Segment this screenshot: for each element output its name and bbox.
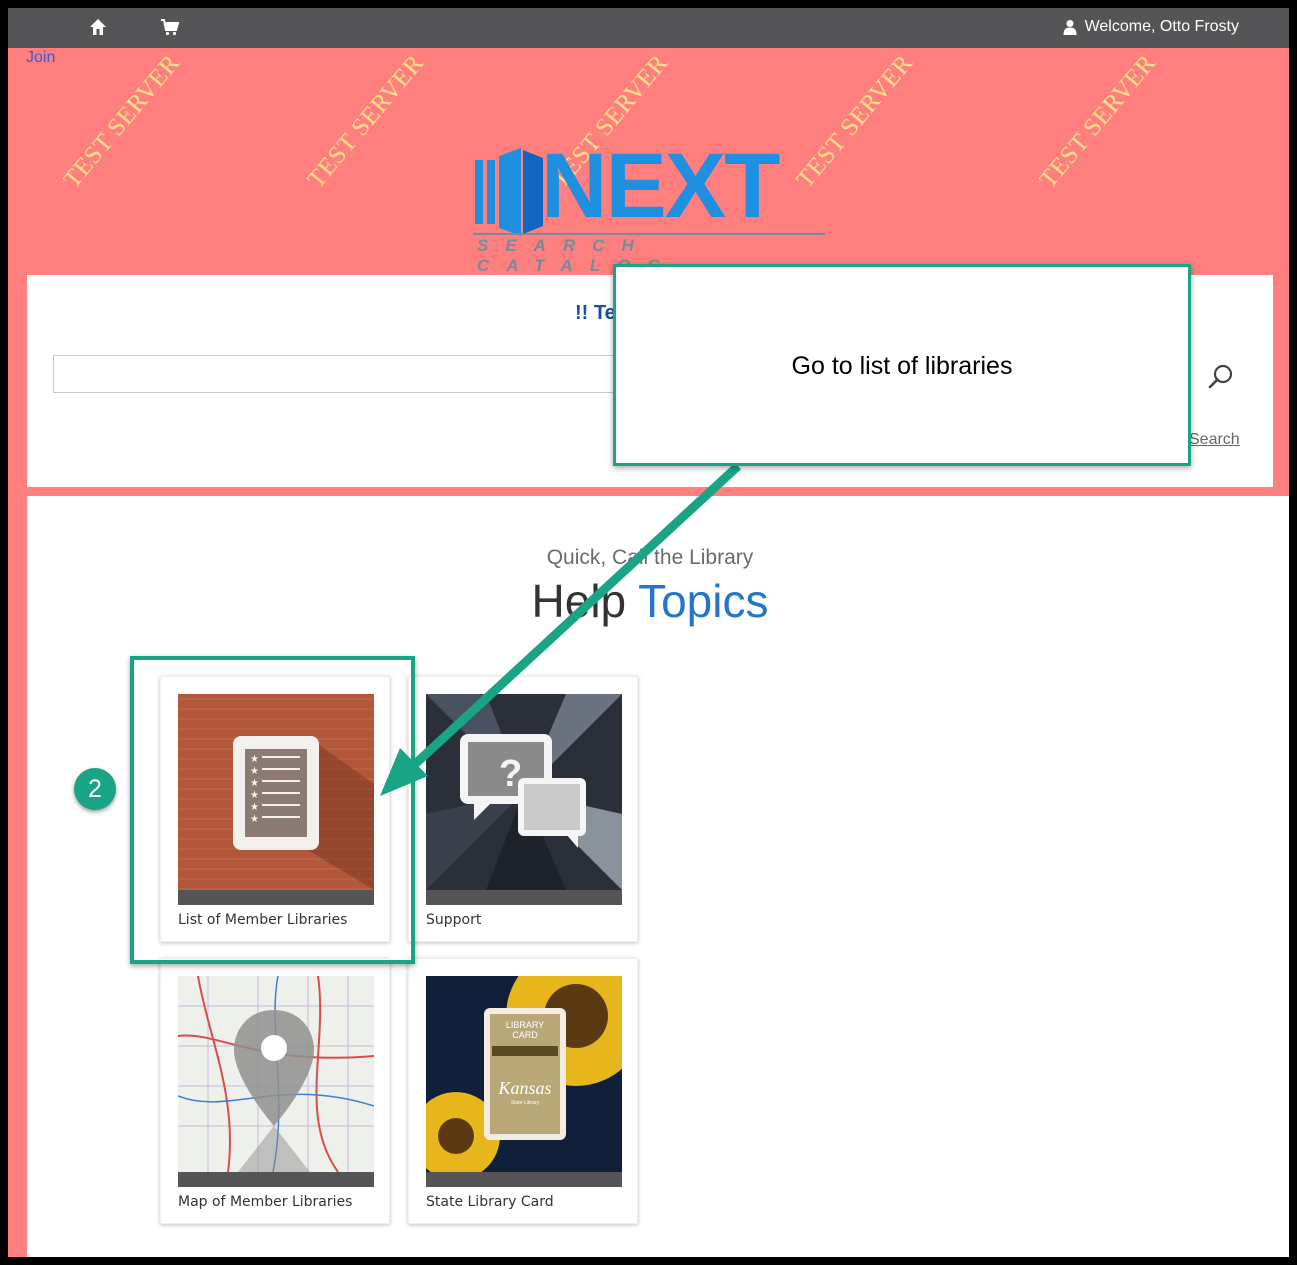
- help-title: Help Topics: [27, 574, 1273, 628]
- card-label: Support: [426, 912, 482, 928]
- next-search-catalog-logo[interactable]: NEXT SEARCH CATALOG: [473, 140, 833, 279]
- help-title-part1: Help: [531, 575, 627, 627]
- welcome-text: Welcome, Otto Frosty: [1084, 18, 1239, 35]
- step-number-badge: 2: [74, 768, 116, 810]
- join-link[interactable]: Join: [26, 49, 55, 67]
- home-icon[interactable]: [88, 17, 108, 37]
- top-navigation-bar: Welcome, Otto Frosty: [8, 8, 1289, 48]
- search-icon[interactable]: [1207, 363, 1235, 391]
- card-state-library-card[interactable]: LIBRARY CARD Kansas State Library State …: [408, 958, 638, 1224]
- watermark-1: TEST SERVER: [58, 49, 186, 194]
- card-support[interactable]: ? Support: [408, 676, 638, 942]
- card-label: State Library Card: [426, 1194, 554, 1210]
- welcome-menu[interactable]: Welcome, Otto Frosty: [1063, 18, 1239, 36]
- user-icon: [1063, 20, 1077, 35]
- page-frame: Welcome, Otto Frosty Join TEST SERVER TE…: [0, 0, 1297, 1265]
- help-title-part2: Topics: [638, 575, 769, 627]
- library-card-brand: Kansas: [497, 1078, 551, 1098]
- highlight-box: [130, 656, 415, 964]
- watermark-2: TEST SERVER: [302, 49, 430, 194]
- callout-box: Go to list of libraries: [613, 264, 1191, 466]
- test-server-notice: !! Te: [575, 302, 616, 324]
- library-card-line2: CARD: [512, 1030, 538, 1040]
- book-logo-mark: [475, 148, 543, 236]
- help-subtitle: Quick, Call the Library: [546, 546, 754, 569]
- card-label: Map of Member Libraries: [178, 1194, 353, 1210]
- library-card-thumbnail: LIBRARY CARD Kansas State Library: [426, 976, 622, 1187]
- watermark-5: TEST SERVER: [1034, 49, 1162, 194]
- callout-text: Go to list of libraries: [791, 352, 1013, 380]
- cart-icon[interactable]: [160, 17, 180, 37]
- support-icon-thumbnail: ?: [426, 694, 622, 905]
- map-pin-thumbnail: [178, 976, 374, 1187]
- advanced-search-link[interactable]: Search: [1189, 431, 1240, 449]
- library-card-small: State Library: [511, 1100, 540, 1106]
- card-map-of-member-libraries[interactable]: Map of Member Libraries: [160, 958, 390, 1224]
- logo-word: NEXT: [541, 135, 780, 237]
- library-card-line1: LIBRARY: [506, 1020, 544, 1030]
